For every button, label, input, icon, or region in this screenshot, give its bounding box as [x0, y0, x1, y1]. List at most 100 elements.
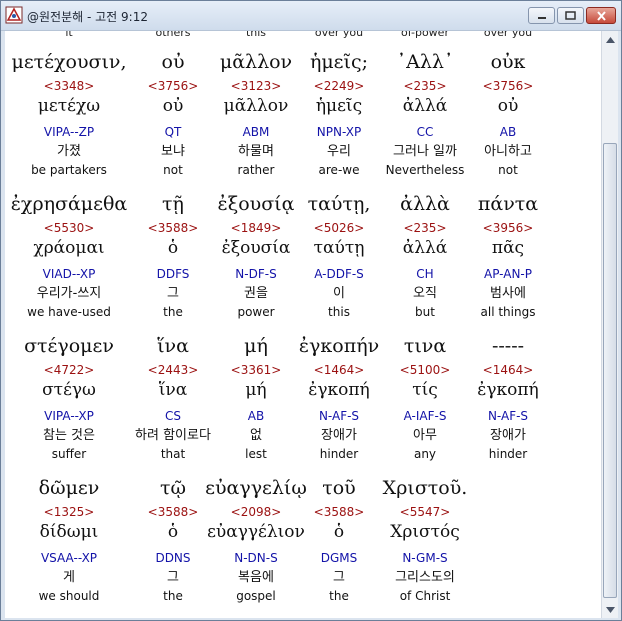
parsing-code[interactable]: DGMS [299, 552, 379, 564]
scroll-thumb[interactable] [603, 143, 617, 598]
strong-number[interactable]: <2098> [216, 506, 296, 518]
strong-number[interactable]: <3361> [216, 364, 296, 376]
strong-number[interactable]: <3588> [133, 506, 213, 518]
strong-number[interactable]: <5530> [29, 222, 109, 234]
parsing-code[interactable]: CC [385, 126, 465, 138]
english-gloss[interactable]: this [289, 306, 389, 318]
lemma-word[interactable]: χράομαι [14, 240, 124, 257]
strong-number[interactable]: <5547> [385, 506, 465, 518]
minimize-icon [537, 16, 546, 19]
lemma-word[interactable]: Χριστός [370, 524, 480, 541]
parsing-code[interactable]: N-GM-S [385, 552, 465, 564]
strong-number[interactable]: <3123> [216, 80, 296, 92]
greek-word[interactable]: στέγομεν [10, 337, 128, 356]
strong-number[interactable]: <3956> [468, 222, 548, 234]
parsing-code[interactable]: CH [385, 268, 465, 280]
strong-number[interactable]: <3588> [299, 506, 379, 518]
parsing-code[interactable]: VIPA--ZP [29, 126, 109, 138]
korean-gloss[interactable]: 우리가-쓰지 [19, 287, 119, 300]
english-gloss[interactable]: suffer [19, 448, 119, 460]
greek-word[interactable]: πάντα [449, 195, 567, 214]
parsing-code[interactable]: AP-AN-P [468, 268, 548, 280]
english-gloss[interactable]: the [289, 590, 389, 602]
parsing-code[interactable]: DDNS [133, 552, 213, 564]
greek-word[interactable]: μετέχουσιν, [10, 53, 128, 72]
parsing-code[interactable]: QT [133, 126, 213, 138]
english-gloss[interactable]: all things [458, 306, 558, 318]
parsing-code[interactable]: VSAA--XP [29, 552, 109, 564]
greek-word[interactable]: δῶμεν [10, 479, 128, 498]
app-window: @원전분해 - 고전 9:12 it others this over you of-p… [0, 0, 622, 621]
korean-gloss[interactable]: 아니하고 [458, 145, 558, 158]
english-gloss[interactable]: not [458, 164, 558, 176]
title-bar[interactable]: @원전분해 - 고전 9:12 [1, 1, 621, 31]
parsing-code[interactable]: ABM [216, 126, 296, 138]
lemma-word[interactable]: μετέχω [14, 98, 124, 115]
lemma-word[interactable]: οὐ [453, 98, 563, 115]
strong-number[interactable]: <5026> [299, 222, 379, 234]
english-gloss[interactable]: are-we [289, 164, 389, 176]
maximize-button[interactable] [557, 7, 584, 24]
english-gloss[interactable]: hinder [289, 448, 389, 460]
greek-word[interactable]: ἐχρησάμεθα [10, 195, 128, 214]
parsing-code[interactable]: N-DF-S [216, 268, 296, 280]
parsing-code[interactable]: A-IAF-S [385, 410, 465, 422]
parsing-code[interactable]: AB [468, 126, 548, 138]
interlinear-view[interactable]: it others this over you of-power over you μετέ… [5, 31, 601, 618]
lemma-word[interactable]: πᾶς [453, 240, 563, 257]
greek-word[interactable]: οὐκ [449, 53, 567, 72]
strong-number[interactable]: <1849> [216, 222, 296, 234]
greek-word[interactable]: Χριστοῦ. [366, 479, 484, 498]
english-gloss[interactable]: we should [19, 590, 119, 602]
english-gloss-partial: over you [314, 31, 364, 39]
strong-number[interactable]: <235> [385, 222, 465, 234]
parsing-code[interactable]: VIAD--XP [29, 268, 109, 280]
lemma-word[interactable]: στέγω [14, 382, 124, 399]
parsing-code[interactable]: CS [133, 410, 213, 422]
parsing-code[interactable]: N-AF-S [299, 410, 379, 422]
strong-number[interactable]: <1464> [299, 364, 379, 376]
strong-number[interactable]: <3756> [468, 80, 548, 92]
parsing-code[interactable]: AB [216, 410, 296, 422]
korean-gloss[interactable]: 게 [19, 571, 119, 584]
scroll-down-button[interactable] [602, 601, 618, 618]
english-gloss-partial: of-power [401, 31, 449, 39]
scroll-up-button[interactable] [602, 31, 618, 48]
strong-number[interactable]: <2443> [133, 364, 213, 376]
parsing-code[interactable]: DDFS [133, 268, 213, 280]
minimize-button[interactable] [528, 7, 555, 24]
english-gloss[interactable]: we have-used [19, 306, 119, 318]
parsing-code[interactable]: VIPA--XP [29, 410, 109, 422]
strong-number[interactable]: <3348> [29, 80, 109, 92]
greek-word[interactable]: ----- [449, 337, 567, 356]
korean-gloss[interactable]: 장애가 [289, 429, 389, 442]
strong-number[interactable]: <3588> [133, 222, 213, 234]
english-gloss[interactable]: of Christ [375, 590, 475, 602]
strong-number[interactable]: <1464> [468, 364, 548, 376]
strong-number[interactable]: <4722> [29, 364, 109, 376]
lemma-word[interactable]: δίδωμι [14, 524, 124, 541]
parsing-code[interactable]: A-DDF-S [299, 268, 379, 280]
korean-gloss[interactable]: 그리스도의 [375, 571, 475, 584]
close-button[interactable] [586, 7, 616, 24]
strong-number[interactable]: <235> [385, 80, 465, 92]
strong-number[interactable]: <2249> [299, 80, 379, 92]
parsing-code[interactable]: N-AF-S [468, 410, 548, 422]
vertical-scrollbar[interactable] [601, 31, 618, 618]
korean-gloss[interactable]: 우리 [289, 145, 389, 158]
korean-gloss[interactable]: 그 [289, 571, 389, 584]
parsing-code[interactable]: NPN-XP [299, 126, 379, 138]
korean-gloss[interactable]: 참는 것은 [19, 429, 119, 442]
korean-gloss[interactable]: 가졌 [19, 145, 119, 158]
close-icon [596, 10, 606, 21]
english-gloss[interactable]: be partakers [19, 164, 119, 176]
english-gloss[interactable]: hinder [458, 448, 558, 460]
strong-number[interactable]: <3756> [133, 80, 213, 92]
korean-gloss[interactable]: 범사에 [458, 287, 558, 300]
lemma-word[interactable]: ἐγκοπή [453, 382, 563, 399]
strong-number[interactable]: <5100> [385, 364, 465, 376]
parsing-code[interactable]: N-DN-S [216, 552, 296, 564]
korean-gloss[interactable]: 장애가 [458, 429, 558, 442]
korean-gloss[interactable]: 이 [289, 287, 389, 300]
strong-number[interactable]: <1325> [29, 506, 109, 518]
